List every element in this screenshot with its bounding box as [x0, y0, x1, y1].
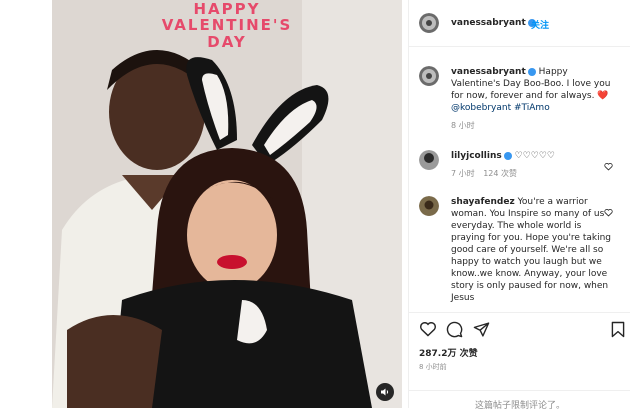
post-actions: 287.2万 次赞 8 小时前 这篇帖子限制评论了。 [409, 312, 630, 411]
photo-illustration [52, 0, 402, 408]
like-comment-heart-icon[interactable] [604, 208, 613, 217]
posted-time[interactable]: 8 小时前 [419, 362, 447, 372]
follow-button[interactable]: 关注 [531, 18, 549, 31]
comment-text: You're a warrior woman. You Inspire so m… [451, 197, 611, 303]
comment-username[interactable]: lilyjcollins [451, 151, 512, 161]
comment-username[interactable]: vanessabryant [451, 67, 536, 77]
post-header: vanessabryant 关注 [409, 0, 630, 47]
bookmark-icon[interactable] [611, 321, 625, 338]
overlay-text-line3: DAY [207, 33, 247, 51]
share-icon[interactable] [473, 321, 490, 338]
post-sidebar: vanessabryant 关注 vanessabryant Happy Val… [408, 0, 630, 411]
comment-text: ♡♡♡♡♡ [514, 151, 555, 161]
verified-badge-icon [503, 151, 512, 160]
avatar[interactable] [419, 66, 439, 86]
post-author-username[interactable]: vanessabryant [451, 18, 536, 28]
hashtag-link[interactable]: #TiAmo [514, 103, 550, 113]
heart-icon[interactable] [419, 321, 437, 337]
avatar[interactable] [419, 196, 439, 216]
like-count[interactable]: 287.2万 次赞 [419, 346, 478, 359]
verified-badge-icon [527, 67, 536, 76]
post-photo[interactable]: HAPPY VALENTINE'S DAY [52, 0, 402, 408]
avatar[interactable] [419, 150, 439, 170]
avatar[interactable] [419, 13, 439, 33]
mute-button[interactable] [376, 383, 394, 401]
comment-likes[interactable]: 124 次赞 [483, 169, 517, 178]
comment-username[interactable]: shayafendez [451, 197, 515, 207]
comment-time: 8 小时 [451, 121, 475, 130]
speaker-icon [381, 388, 389, 396]
overlay-text-line2: VALENTINE'S [161, 16, 293, 34]
comment-icon[interactable] [446, 321, 463, 338]
mention-link[interactable]: @kobebryant [451, 103, 511, 113]
left-margin [0, 0, 52, 408]
comment-time: 7 小时 [451, 169, 475, 178]
like-comment-heart-icon[interactable] [604, 162, 613, 171]
heart-emoji: ❤️ [597, 91, 609, 101]
comments-list: vanessabryant Happy Valentine's Day Boo-… [409, 46, 630, 311]
